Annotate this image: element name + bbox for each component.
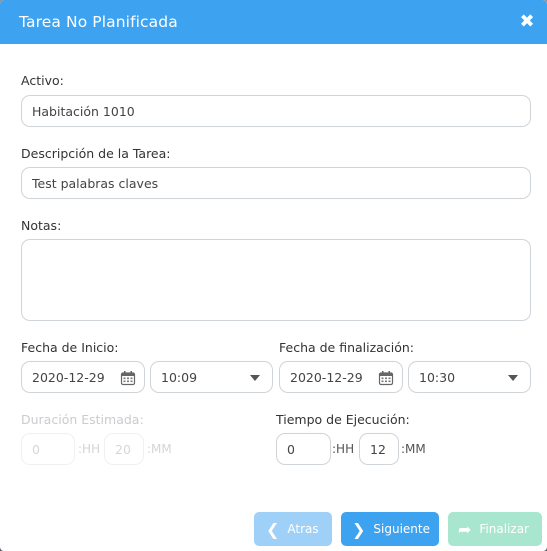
next-label: Siguiente — [373, 522, 430, 536]
activo-value: Habitación 1010 — [32, 103, 135, 119]
back-button[interactable]: ❮ Atras — [254, 512, 332, 546]
unplanned-task-modal: Tarea No Planificada ✖ Activo: Habitació… — [0, 0, 547, 551]
tiempo-hh-unit: :HH — [332, 442, 355, 456]
duracion-hh-value: 0 — [32, 441, 40, 457]
fecha-inicio-time-value: 10:09 — [161, 369, 198, 385]
activo-field[interactable]: Habitación 1010 — [21, 95, 531, 127]
duracion-mm-value: 20 — [115, 441, 131, 457]
fecha-inicio-label: Fecha de Inicio: — [21, 340, 119, 355]
calendar-icon[interactable] — [378, 370, 394, 386]
chevron-right-icon: ❯ — [352, 519, 366, 539]
modal-title: Tarea No Planificada — [19, 13, 178, 31]
notas-label: Notas: — [21, 218, 62, 233]
fecha-fin-time-select[interactable]: 10:30 — [408, 361, 531, 393]
tiempo-mm-input[interactable]: 12 — [359, 433, 399, 465]
descripcion-value: Test palabras claves — [32, 175, 159, 191]
fecha-inicio-date-input[interactable]: 2020-12-29 — [21, 361, 145, 393]
chevron-down-icon — [250, 375, 260, 381]
next-button[interactable]: ❯ Siguiente — [341, 512, 439, 546]
share-arrow-icon: ➦ — [458, 519, 472, 539]
fecha-fin-date-value: 2020-12-29 — [290, 369, 363, 385]
tiempo-mm-unit: :MM — [401, 442, 426, 456]
duracion-hh-unit: :HH — [78, 442, 101, 456]
duracion-label: Duración Estimada: — [21, 412, 144, 427]
activo-label: Activo: — [21, 73, 64, 88]
close-icon[interactable]: ✖ — [517, 12, 537, 32]
tiempo-hh-value: 0 — [287, 441, 295, 457]
back-label: Atras — [287, 522, 319, 536]
descripcion-label: Descripción de la Tarea: — [21, 146, 171, 161]
descripcion-field[interactable]: Test palabras claves — [21, 167, 531, 199]
calendar-icon[interactable] — [120, 370, 136, 386]
chevron-left-icon: ❮ — [266, 519, 280, 539]
duracion-mm-input: 20 — [104, 433, 144, 465]
fecha-fin-label: Fecha de finalización: — [279, 340, 414, 355]
modal-header: Tarea No Planificada ✖ — [0, 0, 547, 44]
finish-button[interactable]: ➦ Finalizar — [448, 512, 542, 546]
fecha-inicio-time-select[interactable]: 10:09 — [150, 361, 273, 393]
chevron-down-icon — [508, 375, 518, 381]
fecha-fin-time-value: 10:30 — [419, 369, 456, 385]
fecha-inicio-date-value: 2020-12-29 — [32, 369, 105, 385]
duracion-hh-input: 0 — [21, 433, 75, 465]
tiempo-hh-input[interactable]: 0 — [276, 433, 331, 465]
notas-textarea[interactable] — [21, 239, 531, 321]
fecha-fin-date-input[interactable]: 2020-12-29 — [279, 361, 403, 393]
tiempo-label: Tiempo de Ejecución: — [276, 412, 410, 427]
finish-label: Finalizar — [479, 522, 529, 536]
tiempo-mm-value: 12 — [370, 441, 386, 457]
duracion-mm-unit: :MM — [147, 442, 172, 456]
